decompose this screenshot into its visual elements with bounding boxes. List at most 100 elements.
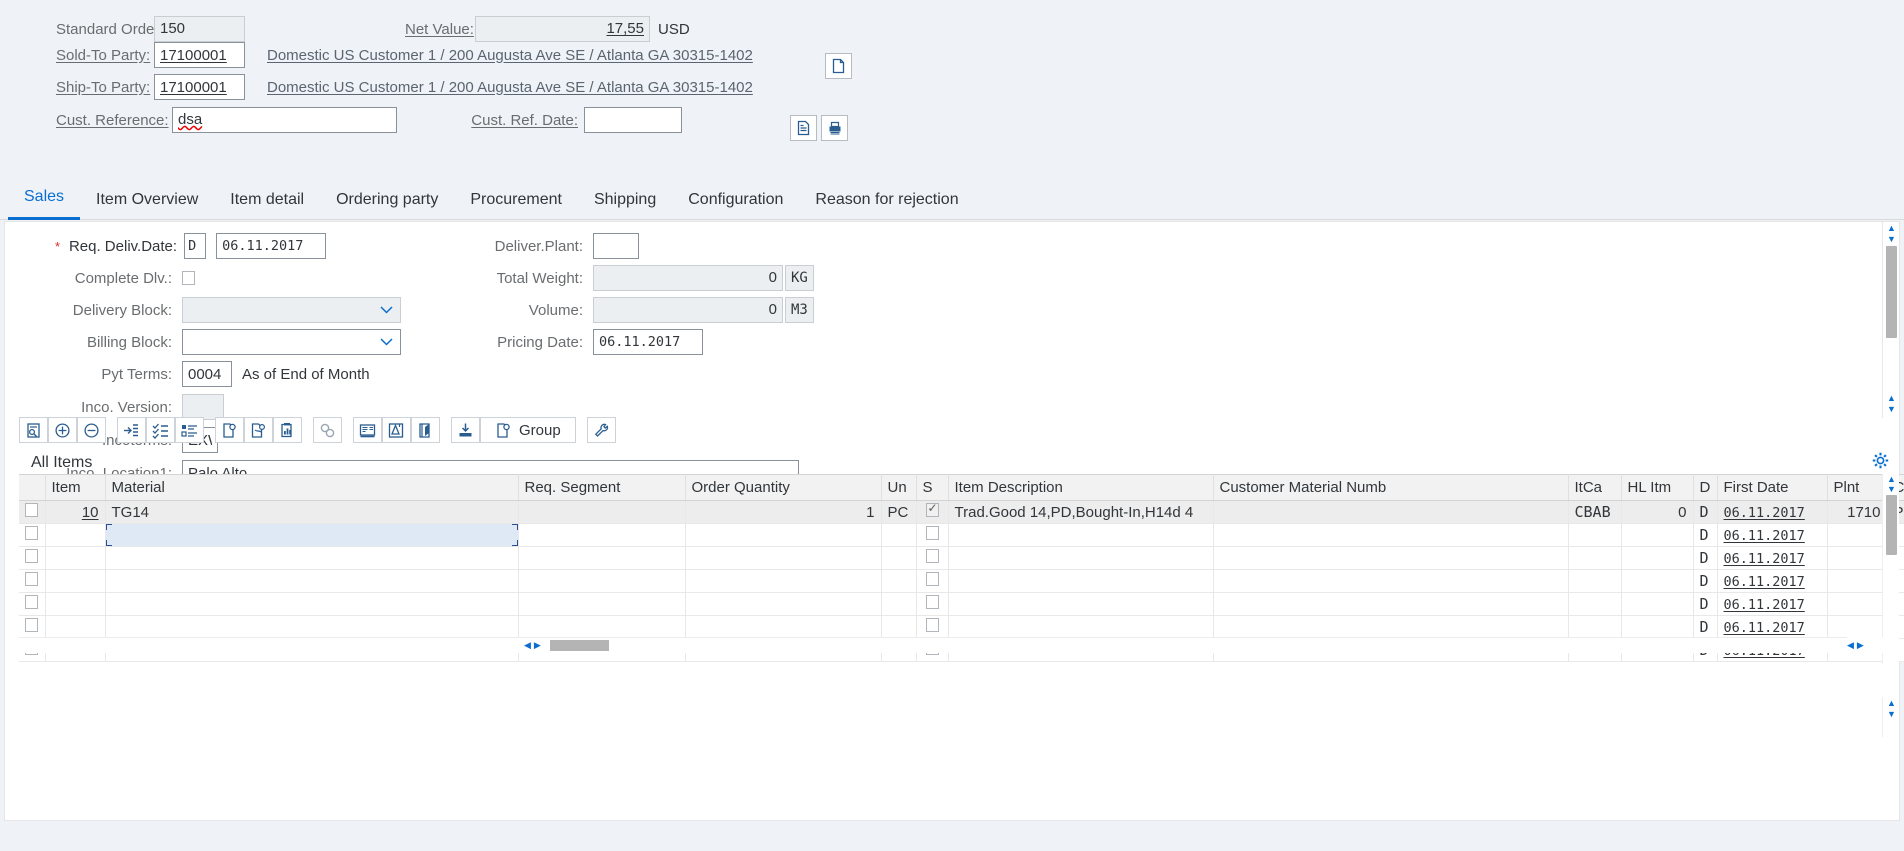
cell-d[interactable]: D (1693, 616, 1717, 639)
cell-itca[interactable]: CBAB (1568, 501, 1621, 524)
first-date-link[interactable]: 06.11.2017 (1724, 620, 1805, 636)
scroll-up-arrow-2[interactable]: ▲ (1883, 392, 1900, 403)
cell-req-segment[interactable] (518, 593, 685, 616)
column-header-order-quantity[interactable]: Order Quantity (685, 475, 881, 501)
scrollbar-thumb[interactable] (1886, 246, 1897, 338)
cell-s[interactable] (916, 570, 948, 593)
form-vertical-scrollbar[interactable]: ▲ ▼ (1882, 222, 1899, 392)
column-header-first-date[interactable]: First Date (1717, 475, 1827, 501)
cell-item[interactable] (45, 524, 105, 547)
cell-itca[interactable] (1568, 593, 1621, 616)
select-all-button[interactable] (146, 417, 175, 443)
items-scroll-up-arrow[interactable]: ▲ (1883, 474, 1900, 484)
cell-req-segment[interactable] (518, 616, 685, 639)
tab-reason-for-rejection[interactable]: Reason for rejection (799, 191, 974, 220)
cell-s[interactable] (916, 593, 948, 616)
cell-hl-itm[interactable] (1621, 593, 1693, 616)
tab-item-overview[interactable]: Item Overview (80, 191, 214, 220)
cell-req-segment[interactable] (518, 501, 685, 524)
cell-material[interactable]: TG14 (105, 501, 518, 524)
delivery-block-select[interactable] (182, 297, 401, 323)
row-select-checkbox[interactable] (19, 570, 45, 593)
items-scroll-down-arrow[interactable]: ▼ (1883, 484, 1900, 494)
first-date-link[interactable]: 06.11.2017 (1724, 597, 1805, 613)
cell-material[interactable] (105, 547, 518, 570)
document-flow-button[interactable] (790, 115, 817, 141)
tab-ordering-party[interactable]: Ordering party (320, 191, 454, 220)
row-checkbox[interactable] (25, 549, 38, 563)
req-deliv-date-type-input[interactable] (184, 233, 206, 259)
table-row[interactable]: D06.11.2017 (19, 524, 1904, 547)
cell-item[interactable] (45, 593, 105, 616)
row-s-checkbox[interactable] (926, 595, 939, 609)
cell-itca[interactable] (1568, 547, 1621, 570)
document-search-button[interactable] (244, 417, 273, 443)
cell-plnt[interactable] (1827, 593, 1887, 616)
cell-s[interactable] (916, 524, 948, 547)
sold-to-party-description-link[interactable]: Domestic US Customer 1 / 200 Augusta Ave… (267, 47, 753, 64)
items-scrollbar-thumb[interactable] (1886, 495, 1897, 555)
column-header-item-description[interactable]: Item Description (948, 475, 1213, 501)
document-chart-button[interactable] (273, 417, 302, 443)
cell-itca[interactable] (1568, 570, 1621, 593)
items-vertical-scrollbar-bottom[interactable]: ▲ ▼ (1882, 697, 1899, 737)
items-scroll-down-arrow-2[interactable]: ▼ (1883, 708, 1900, 719)
tab-procurement[interactable]: Procurement (454, 191, 578, 220)
cell-order-quantity[interactable]: 1 (685, 501, 881, 524)
column-header-d[interactable]: D (1693, 475, 1717, 501)
add-item-button[interactable] (48, 417, 77, 443)
table-settings-button[interactable] (1872, 452, 1889, 469)
cell-item-description[interactable] (948, 616, 1213, 639)
first-date-link[interactable]: 06.11.2017 (1724, 551, 1805, 567)
cell-item[interactable] (45, 616, 105, 639)
cell-first-date[interactable]: 06.11.2017 (1717, 547, 1827, 570)
cell-material[interactable] (105, 593, 518, 616)
cell-hl-itm[interactable] (1621, 570, 1693, 593)
tab-shipping[interactable]: Shipping (578, 191, 672, 220)
cell-un[interactable] (881, 524, 916, 547)
column-header-hl-itm[interactable]: HL Itm (1621, 475, 1693, 501)
cell-itca[interactable] (1568, 524, 1621, 547)
row-s-checkbox[interactable] (926, 572, 939, 586)
cell-plnt[interactable] (1827, 570, 1887, 593)
cell-item-description[interactable] (948, 570, 1213, 593)
pricing-date-input[interactable] (593, 329, 703, 355)
items-horizontal-scrollbar[interactable]: ◀ ▶ (19, 637, 1847, 653)
first-date-link[interactable]: 06.11.2017 (1724, 505, 1805, 521)
cell-first-date[interactable]: 06.11.2017 (1717, 570, 1827, 593)
cell-hl-itm[interactable] (1621, 524, 1693, 547)
document-edit-button[interactable] (411, 417, 440, 443)
first-date-link[interactable]: 06.11.2017 (1724, 574, 1805, 590)
cell-plnt[interactable]: 1710 (1827, 501, 1887, 524)
cell-plnt[interactable] (1827, 547, 1887, 570)
row-checkbox[interactable] (25, 503, 38, 517)
cell-un[interactable] (881, 593, 916, 616)
delete-item-button[interactable] (77, 417, 106, 443)
column-header-material[interactable]: Material (105, 475, 518, 501)
search-help-button[interactable] (518, 524, 519, 547)
cell-item-description[interactable] (948, 593, 1213, 616)
cell-item-description[interactable] (948, 547, 1213, 570)
material-edit-input[interactable] (106, 524, 518, 546)
cell-order-quantity[interactable] (685, 593, 881, 616)
cell-req-segment[interactable] (518, 547, 685, 570)
cell-first-date[interactable]: 06.11.2017 (1717, 524, 1827, 547)
cell-customer-material-numb[interactable] (1213, 524, 1568, 547)
row-s-checkbox[interactable] (926, 549, 939, 563)
cell-item[interactable]: 10 (45, 501, 105, 524)
row-checkbox[interactable] (25, 595, 38, 609)
h-scroll-arrows[interactable]: ◀ ▶ (524, 640, 541, 651)
tab-sales[interactable]: Sales (8, 188, 80, 220)
settings-wrench-button[interactable] (587, 417, 616, 443)
sold-to-party-input[interactable] (154, 42, 245, 68)
row-s-checkbox[interactable] (926, 618, 939, 632)
tab-item-detail[interactable]: Item detail (214, 191, 320, 220)
cell-first-date[interactable]: 06.11.2017 (1717, 501, 1827, 524)
table-row[interactable]: D06.11.2017 (19, 547, 1904, 570)
cell-hl-itm[interactable] (1621, 547, 1693, 570)
column-header-customer-material-numb[interactable]: Customer Material Numb (1213, 475, 1568, 501)
cell-un[interactable] (881, 570, 916, 593)
ship-to-party-description-link[interactable]: Domestic US Customer 1 / 200 Augusta Ave… (267, 79, 753, 96)
h-scroll-left-arrow[interactable]: ◀ (524, 640, 531, 651)
billing-block-select[interactable] (182, 329, 401, 355)
